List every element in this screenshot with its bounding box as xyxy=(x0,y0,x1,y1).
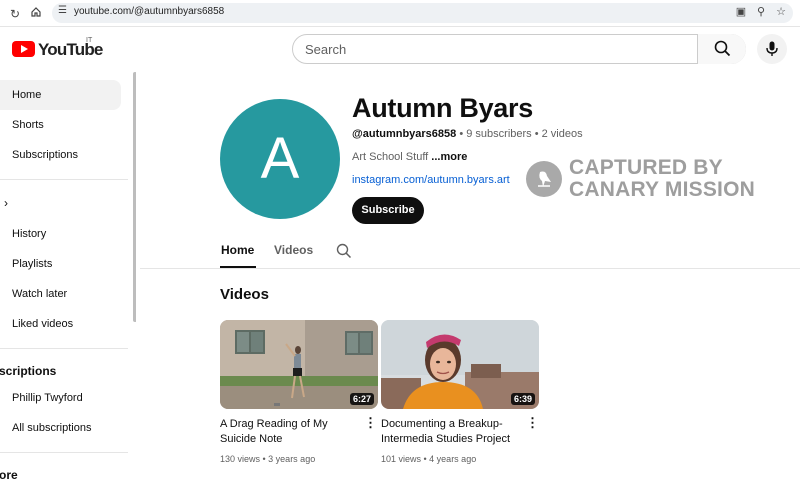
youtube-play-icon xyxy=(12,41,35,57)
sidebar-item-home[interactable]: Home xyxy=(0,80,121,110)
channel-search-icon[interactable] xyxy=(336,243,352,259)
browser-toolbar: ↻ ☰ youtube.com/@autumnbyars6858 ▣ ⚲ ☆ xyxy=(0,0,800,27)
more-link[interactable]: ...more xyxy=(431,151,467,163)
sidebar-item-history[interactable]: History xyxy=(0,219,121,249)
sidebar-item-liked-videos[interactable]: Liked videos xyxy=(0,309,121,339)
tab-videos[interactable]: Videos xyxy=(274,243,313,257)
channel-description[interactable]: Art School Stuff ...more xyxy=(352,151,467,163)
logo-wordmark: YouTube xyxy=(38,40,103,59)
sidebar-item-all-subscriptions[interactable]: All subscriptions xyxy=(0,413,121,443)
sidebar-item-watch-later[interactable]: Watch later xyxy=(0,279,121,309)
install-app-icon[interactable]: ▣ xyxy=(734,5,748,18)
bookmark-star-icon[interactable]: ☆ xyxy=(774,5,788,18)
search-box xyxy=(292,34,746,64)
channel-external-link[interactable]: instagram.com/autumn.byars.art xyxy=(352,174,510,186)
sidebar-item-playlists[interactable]: Playlists xyxy=(0,249,121,279)
avatar-letter: A xyxy=(260,126,300,191)
home-icon[interactable] xyxy=(28,6,44,22)
sidebar-scrollbar[interactable] xyxy=(133,72,136,322)
description-text: Art School Stuff xyxy=(352,151,432,163)
watermark-text: CAPTURED BY CANARY MISSION xyxy=(569,157,755,201)
zoom-icon[interactable]: ⚲ xyxy=(754,5,768,18)
video-thumbnail[interactable]: 6:27 xyxy=(220,320,378,409)
sidebar-divider xyxy=(0,179,128,180)
videos-section-title: Videos xyxy=(220,286,269,303)
sidebar-item-shorts[interactable]: Shorts xyxy=(0,110,121,140)
sidebar: Home Shorts Subscriptions › History Play… xyxy=(0,72,136,493)
channel-stats: • 9 subscribers • 2 videos xyxy=(456,128,583,140)
watermark-line-1: CAPTURED BY xyxy=(569,156,723,179)
search-button[interactable] xyxy=(697,34,746,64)
search-input[interactable] xyxy=(293,35,698,63)
url-text[interactable]: youtube.com/@autumnbyars6858 xyxy=(74,6,224,17)
video-duration: 6:39 xyxy=(510,393,535,405)
subscriptions-heading: scriptions xyxy=(0,364,57,378)
video-title[interactable]: A Drag Reading of My Suicide Note xyxy=(220,417,365,447)
watermark-line-2: CANARY MISSION xyxy=(569,178,755,201)
tab-home[interactable]: Home xyxy=(221,243,254,257)
address-bar[interactable]: ☰ youtube.com/@autumnbyars6858 ▣ ⚲ ☆ xyxy=(52,3,793,23)
video-meta: 101 views • 4 years ago xyxy=(381,454,477,464)
subscribe-button[interactable]: Subscribe xyxy=(352,197,424,224)
site-info-icon[interactable]: ☰ xyxy=(58,5,67,16)
voice-search-button[interactable] xyxy=(757,34,787,64)
channel-name: Autumn Byars xyxy=(352,93,533,123)
country-code: IT xyxy=(86,37,93,44)
video-meta: 130 views • 3 years ago xyxy=(220,454,316,464)
microphone-icon xyxy=(766,41,778,56)
video-duration: 6:27 xyxy=(349,393,374,405)
sidebar-item-subscription[interactable]: Phillip Twyford xyxy=(0,383,121,413)
more-actions-icon[interactable]: ⋮ xyxy=(526,416,539,430)
tabs-divider xyxy=(140,268,800,269)
sidebar-divider xyxy=(0,348,128,349)
channel-avatar[interactable]: A xyxy=(220,99,340,219)
video-thumbnail[interactable]: 6:39 xyxy=(381,320,539,409)
canary-bird-icon xyxy=(526,161,562,197)
reload-icon[interactable]: ↻ xyxy=(7,6,23,22)
more-heading: ore xyxy=(0,468,18,482)
sidebar-divider xyxy=(0,452,128,453)
more-actions-icon[interactable]: ⋮ xyxy=(364,416,377,430)
video-title[interactable]: Documenting a Breakup-Intermedia Studies… xyxy=(381,417,526,447)
search-icon xyxy=(714,40,731,57)
channel-handle: @autumnbyars6858 xyxy=(352,128,457,140)
you-chevron-icon[interactable]: › xyxy=(4,196,8,210)
channel-meta: @autumnbyars6858 • 9 subscribers • 2 vid… xyxy=(352,128,583,140)
sidebar-item-subscriptions[interactable]: Subscriptions xyxy=(0,140,121,170)
